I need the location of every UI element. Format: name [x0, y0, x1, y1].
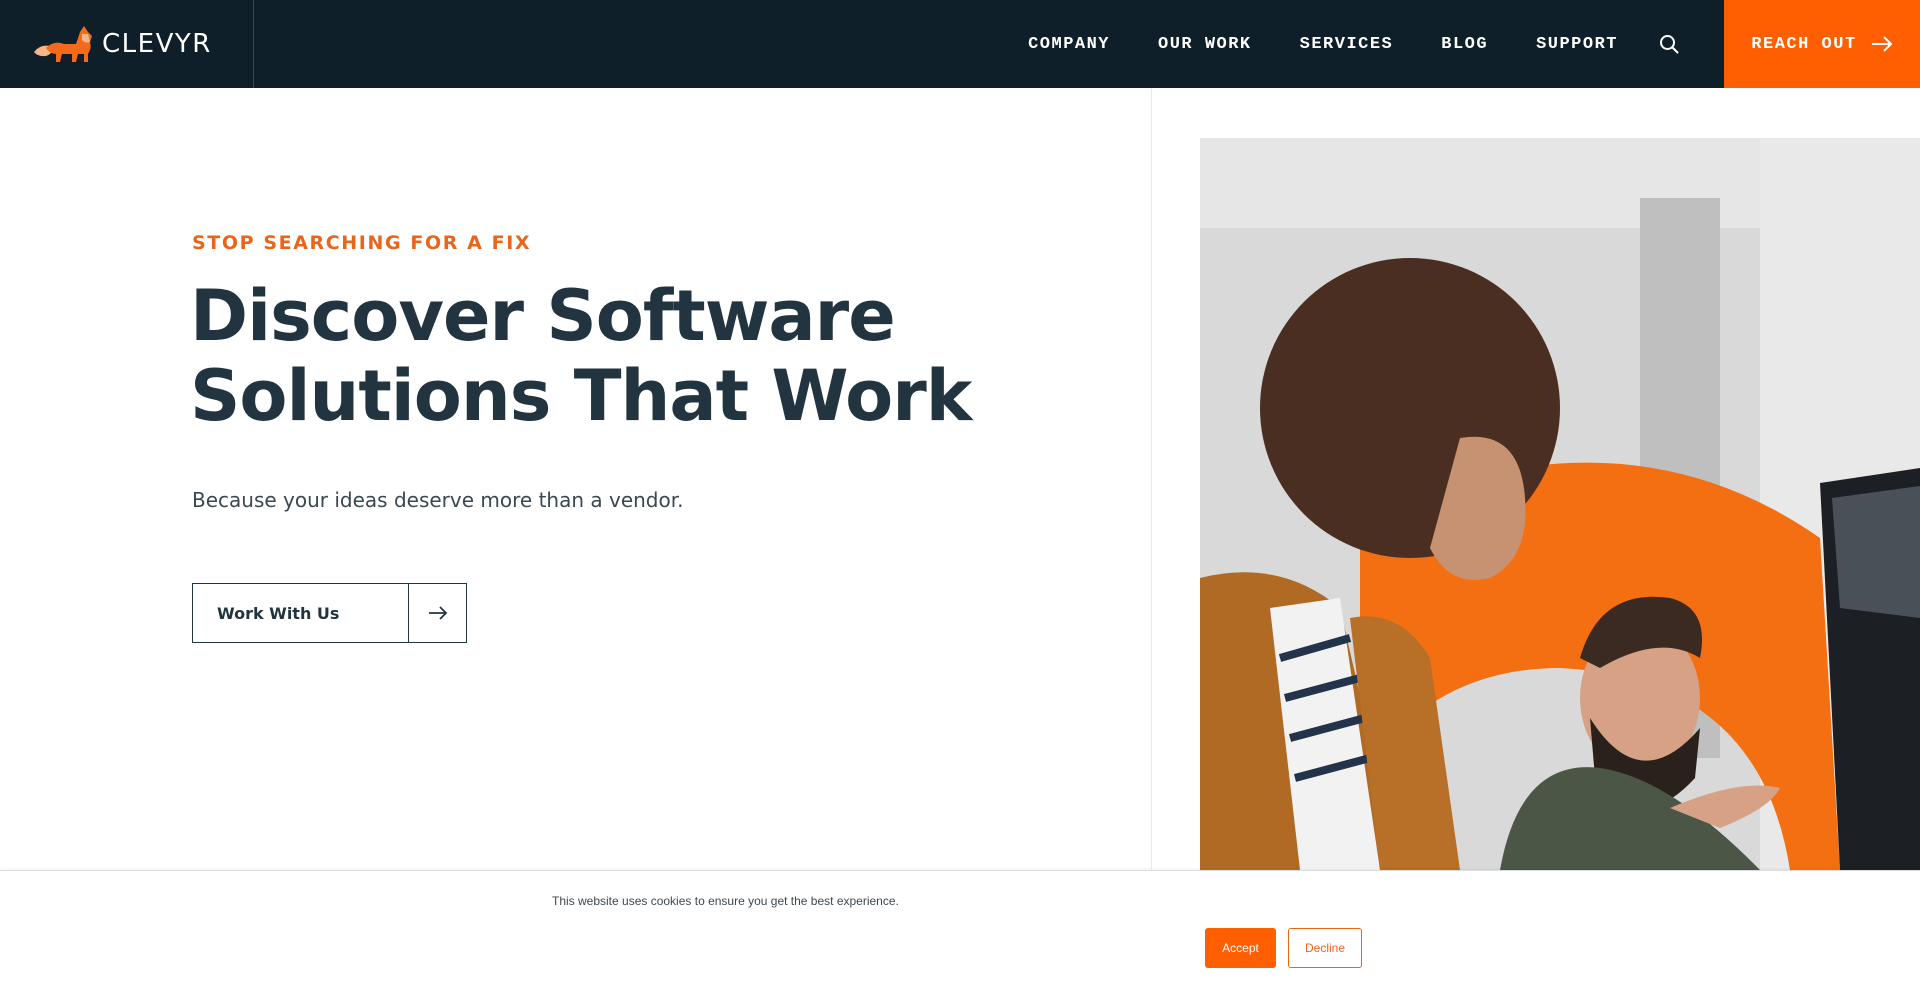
- nav-item-company[interactable]: COMPANY: [1028, 35, 1110, 54]
- nav-item-blog[interactable]: BLOG: [1441, 35, 1488, 54]
- work-with-us-label: Work With Us: [193, 584, 409, 642]
- headline-line-2: Solutions That Work: [190, 355, 972, 437]
- reach-out-button[interactable]: REACH OUT: [1724, 0, 1920, 88]
- nav-item-our-work[interactable]: OUR WORK: [1158, 35, 1252, 54]
- logo[interactable]: CLEVYR: [32, 22, 212, 66]
- decline-cookies-button[interactable]: Decline: [1288, 928, 1362, 968]
- hero-subtext: Because your ideas deserve more than a v…: [192, 488, 684, 512]
- arrow-right-icon: [1871, 36, 1893, 52]
- headline-line-1: Discover Software: [190, 275, 896, 357]
- top-nav: CLEVYR COMPANY OUR WORK SERVICES BLOG SU…: [0, 0, 1920, 88]
- main-menu: COMPANY OUR WORK SERVICES BLOG SUPPORT: [980, 0, 1680, 88]
- hero-image: [1200, 138, 1920, 870]
- fox-logo-icon: [34, 26, 92, 62]
- search-icon[interactable]: [1658, 33, 1680, 55]
- nav-item-services[interactable]: SERVICES: [1300, 35, 1394, 54]
- hero-headline: Discover Software Solutions That Work: [190, 276, 1090, 436]
- hero-eyebrow: STOP SEARCHING FOR A FIX: [192, 232, 532, 254]
- cookie-message: This website uses cookies to ensure you …: [552, 894, 899, 908]
- work-with-us-button[interactable]: Work With Us: [192, 583, 467, 643]
- arrow-right-icon: [409, 584, 466, 642]
- nav-item-support[interactable]: SUPPORT: [1536, 35, 1618, 54]
- cookie-banner: This website uses cookies to ensure you …: [0, 870, 1920, 993]
- brand-name: CLEVYR: [102, 29, 212, 59]
- reach-out-label: REACH OUT: [1751, 34, 1857, 54]
- accept-cookies-button[interactable]: Accept: [1205, 928, 1276, 968]
- hero-divider: [1151, 88, 1152, 870]
- hero-photo-illustration: [1200, 138, 1920, 870]
- nav-divider: [253, 0, 254, 88]
